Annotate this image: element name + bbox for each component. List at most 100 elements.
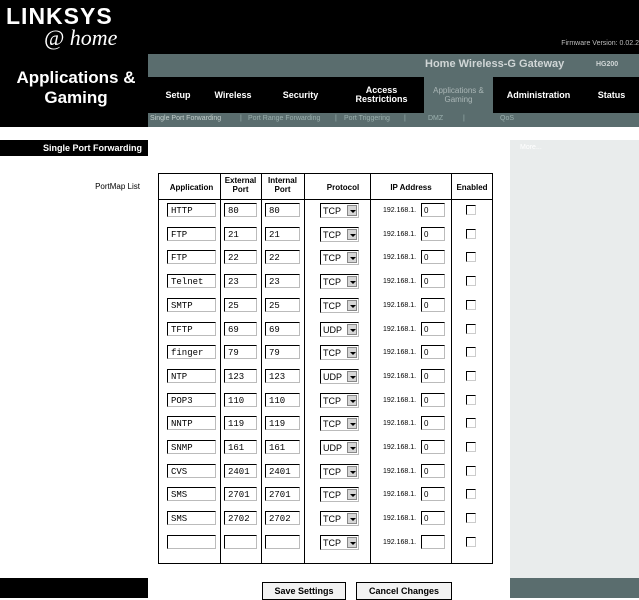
protocol-select[interactable]: TCP [320, 416, 359, 431]
cancel-changes-button[interactable]: Cancel Changes [356, 582, 452, 600]
protocol-select[interactable]: TCP [320, 298, 359, 313]
enabled-checkbox[interactable] [466, 300, 476, 310]
ip-last-octet-field[interactable]: 0 [421, 274, 445, 288]
ip-last-octet-field[interactable]: 0 [421, 298, 445, 312]
subtab-dmz[interactable]: DMZ [428, 115, 443, 122]
subtab-qos[interactable]: QoS [500, 115, 514, 122]
tab-wireless[interactable]: Wireless [208, 77, 258, 113]
subtab-single-port-forwarding[interactable]: Single Port Forwarding [150, 115, 221, 122]
chevron-down-icon[interactable] [347, 442, 357, 453]
application-name-field[interactable]: Telnet [167, 274, 216, 288]
protocol-select[interactable]: UDP [320, 369, 359, 384]
enabled-checkbox[interactable] [466, 252, 476, 262]
chevron-down-icon[interactable] [347, 513, 357, 524]
internal-port-field[interactable]: 80 [265, 203, 300, 217]
application-name-field[interactable]: FTP [167, 250, 216, 264]
protocol-select[interactable]: TCP [320, 250, 359, 265]
external-port-field[interactable]: 69 [224, 322, 257, 336]
external-port-field[interactable]: 22 [224, 250, 257, 264]
external-port-field[interactable] [224, 535, 257, 549]
application-name-field[interactable]: TFTP [167, 322, 216, 336]
enabled-checkbox[interactable] [466, 466, 476, 476]
application-name-field[interactable]: HTTP [167, 203, 216, 217]
tab-security[interactable]: Security [258, 77, 343, 113]
internal-port-field[interactable]: 123 [265, 369, 300, 383]
subtab-port-triggering[interactable]: Port Triggering [344, 115, 390, 122]
save-settings-button[interactable]: Save Settings [262, 582, 346, 600]
chevron-down-icon[interactable] [347, 489, 357, 500]
internal-port-field[interactable]: 25 [265, 298, 300, 312]
internal-port-field[interactable] [265, 535, 300, 549]
tab-applications-gaming[interactable]: Applications & Gaming [424, 77, 493, 113]
tab-access-restrictions[interactable]: Access Restrictions [343, 77, 420, 113]
internal-port-field[interactable]: 2401 [265, 464, 300, 478]
external-port-field[interactable]: 161 [224, 440, 257, 454]
internal-port-field[interactable]: 161 [265, 440, 300, 454]
protocol-select[interactable]: TCP [320, 535, 359, 550]
internal-port-field[interactable]: 22 [265, 250, 300, 264]
protocol-select[interactable]: TCP [320, 227, 359, 242]
chevron-down-icon[interactable] [347, 395, 357, 406]
more-link[interactable]: More... [520, 144, 542, 151]
ip-last-octet-field[interactable]: 0 [421, 416, 445, 430]
external-port-field[interactable]: 119 [224, 416, 257, 430]
chevron-down-icon[interactable] [347, 347, 357, 358]
application-name-field[interactable]: POP3 [167, 393, 216, 407]
protocol-select[interactable]: TCP [320, 511, 359, 526]
chevron-down-icon[interactable] [347, 300, 357, 311]
protocol-select[interactable]: TCP [320, 274, 359, 289]
protocol-select[interactable]: TCP [320, 393, 359, 408]
chevron-down-icon[interactable] [347, 466, 357, 477]
external-port-field[interactable]: 79 [224, 345, 257, 359]
application-name-field[interactable]: finger [167, 345, 216, 359]
application-name-field[interactable] [167, 535, 216, 549]
chevron-down-icon[interactable] [347, 276, 357, 287]
ip-last-octet-field[interactable]: 0 [421, 393, 445, 407]
protocol-select[interactable]: TCP [320, 464, 359, 479]
application-name-field[interactable]: SMS [167, 487, 216, 501]
tab-administration[interactable]: Administration [493, 77, 584, 113]
ip-last-octet-field[interactable]: 0 [421, 464, 445, 478]
enabled-checkbox[interactable] [466, 489, 476, 499]
enabled-checkbox[interactable] [466, 418, 476, 428]
enabled-checkbox[interactable] [466, 276, 476, 286]
ip-last-octet-field[interactable]: 0 [421, 345, 445, 359]
external-port-field[interactable]: 23 [224, 274, 257, 288]
chevron-down-icon[interactable] [347, 537, 357, 548]
ip-last-octet-field[interactable]: 0 [421, 487, 445, 501]
tab-status[interactable]: Status [584, 77, 639, 113]
protocol-select[interactable]: UDP [320, 440, 359, 455]
protocol-select[interactable]: TCP [320, 345, 359, 360]
external-port-field[interactable]: 21 [224, 227, 257, 241]
application-name-field[interactable]: SMS [167, 511, 216, 525]
chevron-down-icon[interactable] [347, 371, 357, 382]
enabled-checkbox[interactable] [466, 537, 476, 547]
ip-last-octet-field[interactable]: 0 [421, 322, 445, 336]
chevron-down-icon[interactable] [347, 324, 357, 335]
external-port-field[interactable]: 2401 [224, 464, 257, 478]
ip-last-octet-field[interactable]: 0 [421, 440, 445, 454]
ip-last-octet-field[interactable]: 0 [421, 511, 445, 525]
chevron-down-icon[interactable] [347, 252, 357, 263]
internal-port-field[interactable]: 69 [265, 322, 300, 336]
protocol-select[interactable]: TCP [320, 487, 359, 502]
external-port-field[interactable]: 25 [224, 298, 257, 312]
ip-last-octet-field[interactable]: 0 [421, 227, 445, 241]
chevron-down-icon[interactable] [347, 418, 357, 429]
enabled-checkbox[interactable] [466, 513, 476, 523]
enabled-checkbox[interactable] [466, 324, 476, 334]
enabled-checkbox[interactable] [466, 442, 476, 452]
subtab-port-range-forwarding[interactable]: Port Range Forwarding [248, 115, 320, 122]
protocol-select[interactable]: TCP [320, 203, 359, 218]
chevron-down-icon[interactable] [347, 205, 357, 216]
ip-last-octet-field[interactable] [421, 535, 445, 549]
internal-port-field[interactable]: 21 [265, 227, 300, 241]
application-name-field[interactable]: NNTP [167, 416, 216, 430]
enabled-checkbox[interactable] [466, 395, 476, 405]
chevron-down-icon[interactable] [347, 229, 357, 240]
protocol-select[interactable]: UDP [320, 322, 359, 337]
internal-port-field[interactable]: 79 [265, 345, 300, 359]
enabled-checkbox[interactable] [466, 205, 476, 215]
enabled-checkbox[interactable] [466, 347, 476, 357]
application-name-field[interactable]: NTP [167, 369, 216, 383]
